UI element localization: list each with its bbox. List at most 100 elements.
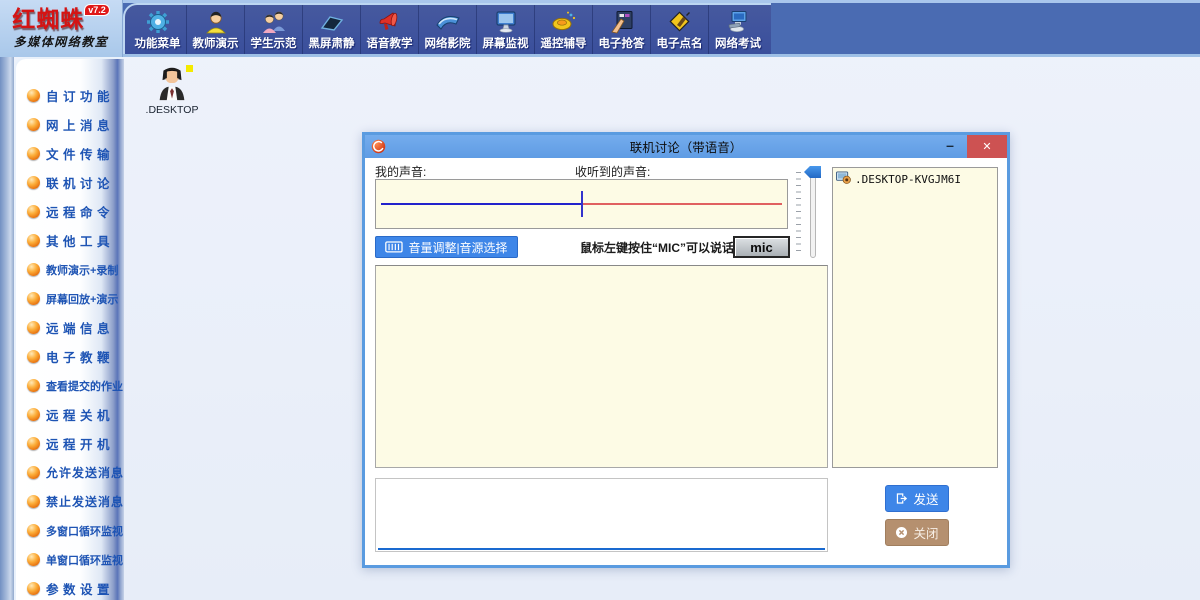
close-circle-icon — [895, 526, 908, 539]
sidebar-item-label: 远程关机 — [46, 405, 114, 424]
volume-adjust-button[interactable]: 音量调整|音源选择 — [375, 236, 518, 258]
sidebar-item-label: 单窗口循环监视 — [46, 552, 123, 568]
sidebar-item-label: 其他工具 — [46, 231, 114, 250]
cinema-icon — [435, 7, 461, 35]
sidebar-item-15[interactable]: 多窗口循环监视 — [16, 516, 124, 545]
dialog-body: 我的声音: 收听到的声音: 音量调整|音源选择 — [365, 158, 1007, 565]
orange-bullet-icon — [27, 89, 40, 102]
sidebar-item-8[interactable]: 远端信息 — [16, 313, 124, 342]
volume-slider-thumb[interactable] — [804, 166, 821, 178]
sidebar-item-6[interactable]: 教师演示+录制 — [16, 255, 124, 284]
sidebar-item-4[interactable]: 远程命令 — [16, 197, 124, 226]
toolbar-button-students[interactable]: 学生示范 — [245, 5, 303, 54]
message-input[interactable] — [375, 478, 828, 552]
sidebar-item-label: 屏幕回放+演示 — [46, 291, 118, 307]
member-list-item[interactable]: .DESKTOP-KVGJM6I — [833, 168, 997, 188]
remote-dish-icon — [551, 7, 577, 35]
wave-divider — [581, 191, 583, 217]
toolbar-button-label: 网络影院 — [425, 35, 471, 51]
orange-bullet-icon — [27, 524, 40, 537]
rollcall-icon — [667, 7, 693, 35]
toolbar-button-label: 学生示范 — [251, 35, 297, 51]
sidebar-item-label: 联机讨论 — [46, 173, 114, 192]
orange-bullet-icon — [27, 176, 40, 189]
toolbar-button-label: 功能菜单 — [135, 35, 181, 51]
slider-ticks — [796, 172, 801, 256]
toolbar-button-label: 电子点名 — [657, 35, 703, 51]
sidebar-item-5[interactable]: 其他工具 — [16, 226, 124, 255]
students-icon — [261, 7, 287, 35]
orange-bullet-icon — [27, 582, 40, 595]
orange-bullet-icon — [27, 379, 40, 392]
chat-history[interactable] — [375, 265, 828, 468]
toolbar-button-cinema[interactable]: 网络影院 — [419, 5, 477, 54]
sidebar-item-label: 教师演示+录制 — [46, 262, 118, 278]
main-toolbar: 功能菜单教师演示学生示范黑屏肃静语音教学网络影院屏幕监视遥控辅导电子抢答电子点名… — [123, 3, 771, 54]
sidebar-gutter — [0, 57, 14, 600]
received-voice-waveline — [582, 203, 783, 205]
sidebar-item-16[interactable]: 单窗口循环监视 — [16, 545, 124, 574]
member-computer-icon — [836, 171, 851, 187]
toolbar-button-label: 网络考试 — [715, 35, 761, 51]
sidebar-item-9[interactable]: 电子教鞭 — [16, 342, 124, 371]
sidebar-item-7[interactable]: 屏幕回放+演示 — [16, 284, 124, 313]
dialog-close-button[interactable]: 关闭 — [885, 519, 949, 546]
mic-button[interactable]: mic — [733, 236, 790, 258]
received-voice-label: 收听到的声音: — [575, 163, 650, 180]
sidebar-item-label: 查看提交的作业 — [46, 378, 123, 394]
toolbar-button-megaphone[interactable]: 语音教学 — [361, 5, 419, 54]
sidebar-item-13[interactable]: 允许发送消息 — [16, 458, 124, 487]
sidebar-item-3[interactable]: 联机讨论 — [16, 168, 124, 197]
toolbar-button-remote-dish[interactable]: 遥控辅导 — [535, 5, 593, 54]
sidebar-item-label: 远程开机 — [46, 434, 114, 453]
dialog-title: 联机讨论（带语音） — [365, 137, 1007, 156]
orange-bullet-icon — [27, 437, 40, 450]
sidebar-item-11[interactable]: 远程关机 — [16, 400, 124, 429]
sidebar-item-label: 远端信息 — [46, 318, 114, 337]
member-list[interactable]: .DESKTOP-KVGJM6I — [832, 167, 998, 468]
dialog-online-discussion: 联机讨论（带语音） – ✕ 我的声音: 收听到的声音: — [362, 132, 1010, 568]
orange-bullet-icon — [27, 118, 40, 131]
toolbar-button-buzzer-hand[interactable]: 电子抢答 — [593, 5, 651, 54]
toolbar-button-teacher[interactable]: 教师演示 — [187, 5, 245, 54]
sidebar-item-2[interactable]: 文件传输 — [16, 139, 124, 168]
orange-bullet-icon — [27, 234, 40, 247]
sidebar-item-17[interactable]: 参数设置 — [16, 574, 124, 600]
sidebar-item-12[interactable]: 远程开机 — [16, 429, 124, 458]
voice-level-display — [375, 179, 788, 229]
send-button-label: 发送 — [913, 489, 938, 508]
toolbar-button-gear[interactable]: 功能菜单 — [129, 5, 187, 54]
sidebar-item-label: 远程命令 — [46, 202, 114, 221]
sidebar-item-label: 文件传输 — [46, 144, 114, 163]
send-button[interactable]: 发送 — [885, 485, 949, 512]
sidebar-item-0[interactable]: 自订功能 — [16, 81, 124, 110]
orange-bullet-icon — [27, 466, 40, 479]
megaphone-icon — [377, 7, 403, 35]
sidebar-item-label: 自订功能 — [46, 86, 114, 105]
app-header: 红蜘蛛 v7.2 多媒体网络教室 功能菜单教师演示学生示范黑屏肃静语音教学网络影… — [0, 0, 1200, 57]
toolbar-button-monitor[interactable]: 屏幕监视 — [477, 5, 535, 54]
orange-bullet-icon — [27, 147, 40, 160]
monitor-icon — [493, 7, 519, 35]
orange-bullet-icon — [27, 263, 40, 276]
orange-bullet-icon — [27, 495, 40, 508]
member-name: .DESKTOP-KVGJM6I — [855, 173, 961, 186]
app-version-badge: v7.2 — [84, 4, 110, 16]
sidebar-item-1[interactable]: 网上消息 — [16, 110, 124, 139]
volume-slider[interactable] — [796, 166, 824, 260]
sidebar-item-10[interactable]: 查看提交的作业 — [16, 371, 124, 400]
slider-track[interactable] — [810, 169, 816, 258]
volume-adjust-label: 音量调整|音源选择 — [408, 239, 507, 256]
desktop-student-icon[interactable]: .DESKTOP — [144, 64, 200, 116]
close-icon[interactable]: ✕ — [967, 135, 1007, 158]
dialog-titlebar[interactable]: 联机讨论（带语音） – ✕ — [365, 135, 1007, 158]
exam-computer-icon — [725, 7, 751, 35]
sidebar-item-label: 电子教鞭 — [46, 347, 114, 366]
sidebar-item-14[interactable]: 禁止发送消息 — [16, 487, 124, 516]
orange-bullet-icon — [27, 292, 40, 305]
toolbar-button-black-screen[interactable]: 黑屏肃静 — [303, 5, 361, 54]
toolbar-button-rollcall[interactable]: 电子点名 — [651, 5, 709, 54]
my-voice-waveline — [381, 203, 582, 205]
minimize-button[interactable]: – — [939, 135, 961, 158]
toolbar-button-exam-computer[interactable]: 网络考试 — [709, 5, 767, 54]
